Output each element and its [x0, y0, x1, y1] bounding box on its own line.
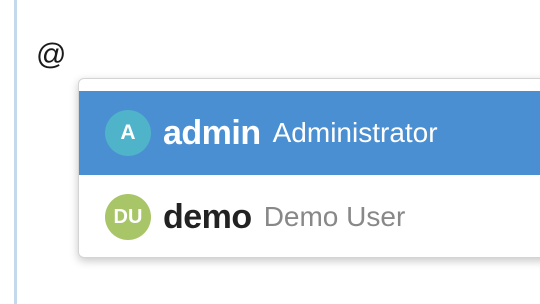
text-editor[interactable]: @ A admin Administrator DU demo Demo Use…: [0, 0, 540, 304]
mention-option-admin[interactable]: A admin Administrator: [79, 91, 540, 175]
mention-fullname: Demo User: [263, 201, 406, 232]
editor-left-border: [14, 0, 17, 304]
avatar: A: [105, 110, 151, 156]
mention-username: admin: [163, 113, 261, 152]
editor-text: @: [36, 38, 67, 71]
avatar: DU: [105, 194, 151, 240]
mention-autocomplete-dropdown: A admin Administrator DU demo Demo User: [78, 78, 540, 258]
mention-fullname: Administrator: [272, 117, 438, 148]
mention-username: demo: [163, 197, 252, 236]
mention-option-demo[interactable]: DU demo Demo User: [79, 175, 540, 257]
